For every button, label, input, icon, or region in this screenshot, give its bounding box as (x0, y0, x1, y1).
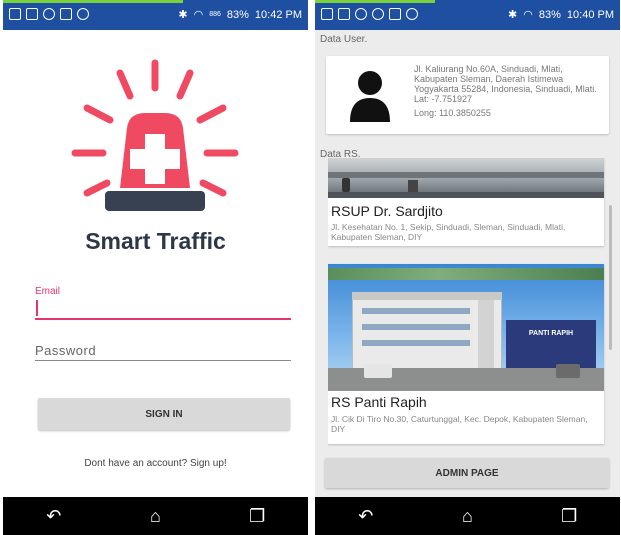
back-icon[interactable]: ↶ (346, 506, 386, 527)
recent-apps-icon[interactable]: ❐ (549, 506, 589, 527)
sign-in-button[interactable]: SIGN IN (38, 398, 290, 430)
text-caret (36, 300, 38, 316)
message-icon (9, 8, 21, 20)
navigation-bar: ↶ ⌂ ❐ (315, 497, 620, 535)
user-longitude: Long: 110.3850255 (414, 108, 491, 118)
status-bar: ✱ ◠ 83% 10:40 PM (315, 0, 620, 30)
status-bar: ✱ ◠ 886 83% 10:42 PM (3, 0, 308, 30)
recent-apps-icon[interactable]: ❐ (237, 506, 277, 527)
progress-line (3, 0, 183, 3)
password-field[interactable]: Password (35, 343, 96, 358)
hospital-address: Jl. Kesehatan No. 1, Sekip, Sinduadi, Sl… (331, 222, 566, 242)
siren-logo-icon (71, 59, 239, 211)
progress-line (315, 0, 435, 3)
location-icon (372, 8, 384, 20)
wifi-icon: ◠ (523, 9, 533, 21)
chat-icon (43, 8, 55, 20)
hospital-card[interactable]: PANTI RAPIH RS Panti Rapih Jl. Cik Di Ti… (328, 264, 604, 444)
hospital-card[interactable]: RSUP Dr. Sardjito Jl. Kesehatan No. 1, S… (328, 158, 604, 246)
hospital-address: Jl. Cik Di Tiro No.30, Caturtunggal, Kec… (331, 414, 588, 434)
system-icons: ✱ ◠ 83% 10:40 PM (508, 8, 614, 22)
whatsapp-icon (406, 8, 418, 20)
email-label: Email (35, 286, 61, 297)
app-icon (338, 8, 350, 20)
signup-link[interactable]: Dont have an account? Sign up! (3, 458, 308, 469)
whatsapp-icon (77, 8, 89, 20)
clock: 10:42 PM (254, 8, 302, 21)
back-icon[interactable]: ↶ (34, 506, 74, 527)
notification-icons (321, 8, 418, 20)
bluetooth-icon: ✱ (178, 9, 188, 21)
hospital-photo: PANTI RAPIH (328, 264, 604, 391)
home-icon[interactable]: ⌂ (135, 506, 175, 527)
user-info: Jl. Kaliurang No.60A, Sinduadi, Mlati, K… (414, 64, 604, 118)
hospital-name: RS Panti Rapih (331, 394, 427, 410)
navigation-bar: ↶ ⌂ ❐ (3, 497, 308, 535)
battery-level: 83% (226, 8, 249, 21)
battery-level: 83% (538, 8, 561, 21)
email-field[interactable] (35, 298, 291, 320)
image-icon (389, 8, 401, 20)
data-screen: ✱ ◠ 83% 10:40 PM Data User. Jl. Kaliuran… (315, 0, 620, 535)
hospital-list[interactable]: RSUP Dr. Sardjito Jl. Kesehatan No. 1, S… (328, 158, 608, 458)
user-latitude: Lat: -7.751927 (414, 94, 473, 104)
clock: 10:40 PM (566, 8, 614, 21)
home-icon[interactable]: ⌂ (447, 506, 487, 527)
network-speed: 886 (209, 11, 221, 18)
message-icon (321, 8, 333, 20)
hospital-photo (328, 158, 604, 198)
hospital-sign: PANTI RAPIH (528, 330, 574, 337)
user-address: Jl. Kaliurang No.60A, Sinduadi, Mlati, K… (414, 64, 597, 94)
wifi-icon: ◠ (193, 9, 204, 21)
image-icon (60, 8, 72, 20)
user-section-label: Data User. (320, 34, 368, 45)
app-icon (26, 8, 38, 20)
user-card: Jl. Kaliurang No.60A, Sinduadi, Mlati, K… (326, 56, 609, 134)
hospital-name: RSUP Dr. Sardjito (331, 203, 443, 219)
chat-icon (355, 8, 367, 20)
login-screen: ✱ ◠ 886 83% 10:42 PM Smart Traffic Email… (3, 0, 308, 535)
email-underline (35, 318, 291, 320)
password-underline (35, 360, 291, 361)
bluetooth-icon: ✱ (508, 9, 518, 21)
scrollbar[interactable] (609, 205, 612, 350)
avatar-icon (350, 71, 390, 122)
app-title: Smart Traffic (85, 228, 226, 254)
notification-icons (9, 8, 89, 20)
system-icons: ✱ ◠ 886 83% 10:42 PM (178, 8, 302, 22)
admin-page-button[interactable]: ADMIN PAGE (325, 458, 609, 488)
